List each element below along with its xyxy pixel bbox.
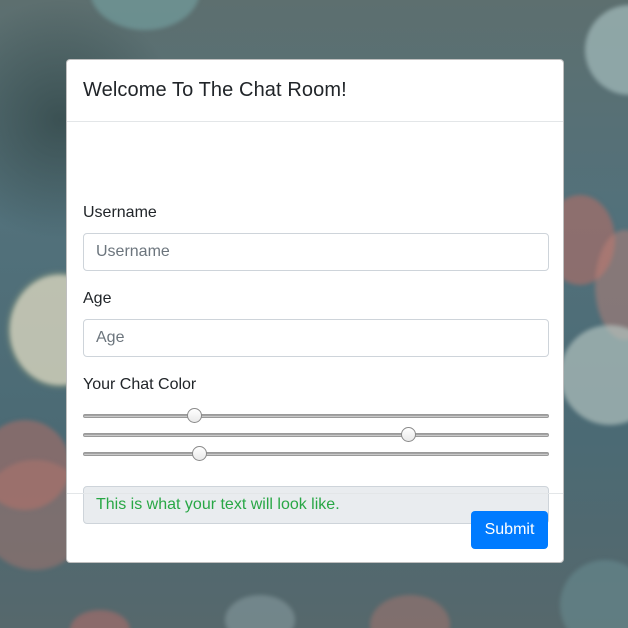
bokeh-blob [90,0,200,30]
bokeh-blob [560,325,628,425]
modal-header: Welcome To The Chat Room! [67,60,563,122]
chat-color-label: Your Chat Color [83,376,197,393]
red-channel-slider[interactable] [83,406,549,426]
username-input[interactable] [83,233,549,271]
slider-thumb[interactable] [186,408,202,423]
submit-button[interactable]: Submit [471,511,548,549]
username-label: Username [83,204,157,221]
age-input[interactable] [83,319,549,357]
age-label: Age [83,290,112,307]
bokeh-blob [585,5,628,95]
bokeh-blob [560,560,628,628]
modal-title: Welcome To The Chat Room! [83,79,347,101]
chat-login-modal: Welcome To The Chat Room! Username Age Y… [66,59,564,563]
slider-thumb[interactable] [191,446,207,461]
bokeh-blob [70,610,130,628]
slider-thumb[interactable] [401,427,417,442]
slider-track [83,414,549,418]
blue-channel-slider[interactable] [83,444,549,464]
slider-track [83,452,549,456]
bokeh-blob [370,595,450,628]
bokeh-blob [225,595,295,628]
green-channel-slider[interactable] [83,425,549,445]
modal-footer: Submit [67,493,563,563]
slider-track [83,433,549,437]
